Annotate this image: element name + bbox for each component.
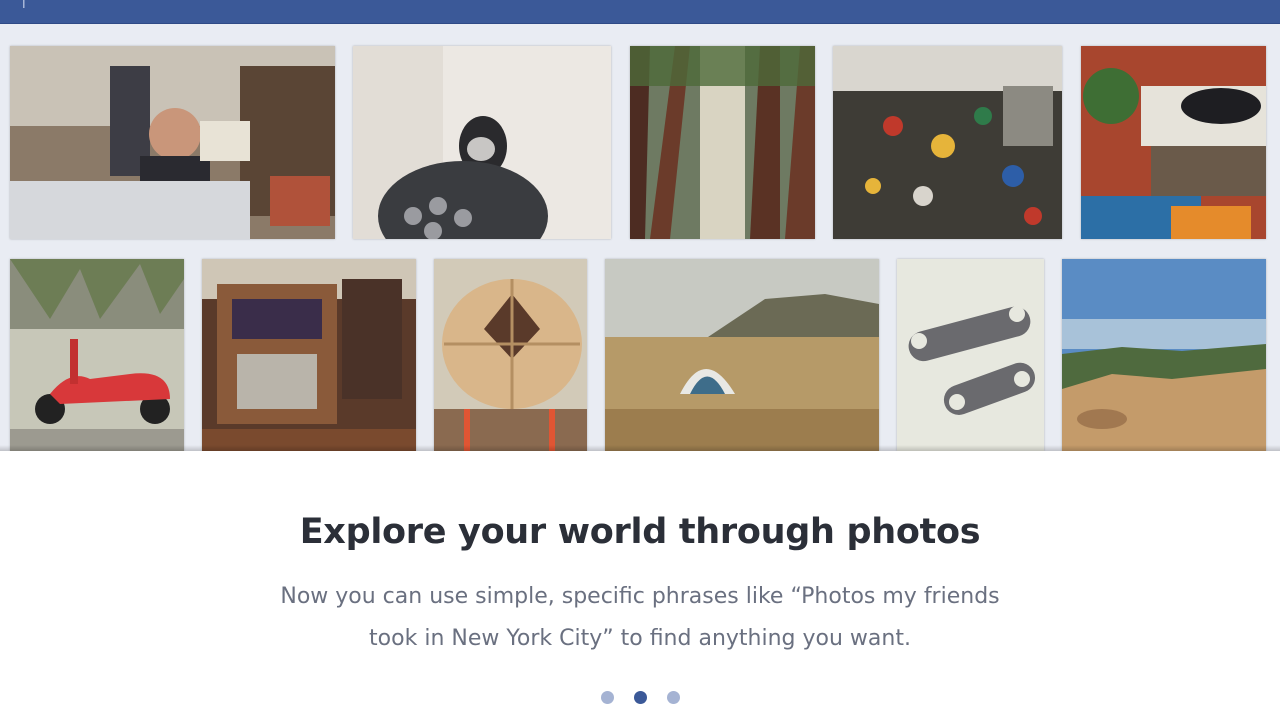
nav-separator: | bbox=[22, 0, 26, 8]
photo-chain-links[interactable] bbox=[897, 259, 1044, 451]
photo-turntable[interactable] bbox=[1081, 46, 1266, 239]
carousel-dot-1[interactable] bbox=[600, 691, 614, 704]
photo-coastal-view[interactable] bbox=[1062, 259, 1266, 451]
page-title: Explore your world through photos bbox=[299, 512, 981, 552]
carousel-pagination bbox=[0, 691, 1280, 704]
photo-gallery bbox=[0, 24, 1280, 451]
photo-tent-field[interactable] bbox=[605, 259, 879, 451]
carousel-dot-2[interactable] bbox=[633, 691, 647, 704]
page-description: Now you can use simple, specific phrases… bbox=[280, 584, 1000, 651]
carousel-dot-3[interactable] bbox=[666, 691, 680, 704]
photo-lego-pieces[interactable] bbox=[833, 46, 1062, 239]
photo-red-scooter[interactable] bbox=[10, 259, 184, 451]
photo-monkey[interactable] bbox=[353, 46, 611, 239]
photo-office-workspace[interactable] bbox=[10, 46, 335, 239]
photo-wooden-sphere[interactable] bbox=[434, 259, 587, 451]
top-navigation-bar: | bbox=[0, 0, 1280, 24]
photo-tool-case[interactable] bbox=[202, 259, 416, 451]
photo-redwood-forest[interactable] bbox=[630, 46, 815, 239]
